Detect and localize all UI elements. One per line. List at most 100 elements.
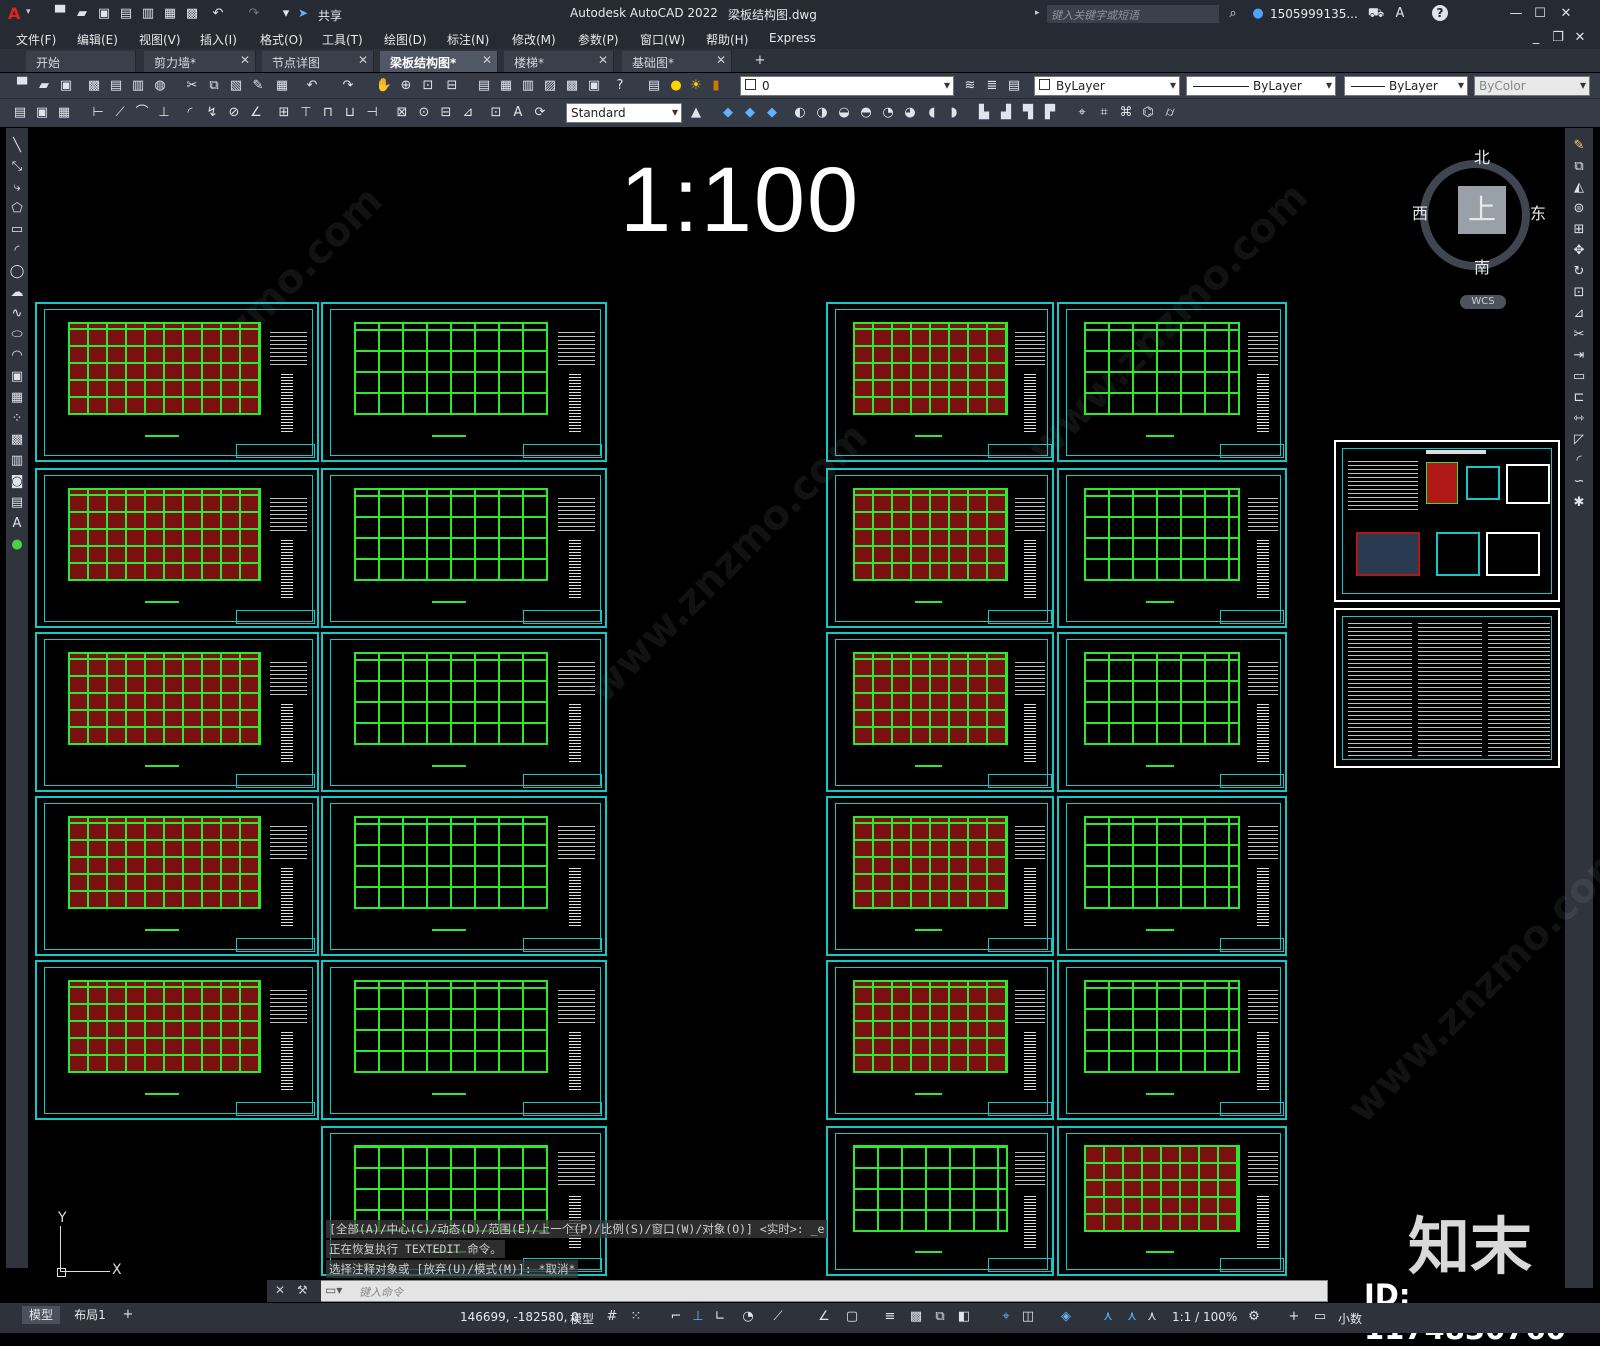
zoom-realtime-icon[interactable]: ⊕ <box>398 78 414 94</box>
trim-icon[interactable]: ✂ <box>1571 327 1587 343</box>
selection-cycling-icon[interactable]: ⧉ <box>932 1309 948 1325</box>
cart-icon[interactable]: ⛟ <box>1368 6 1384 22</box>
linear-dimension-icon[interactable]: ⊢ <box>90 105 106 121</box>
print-icon[interactable]: ▩ <box>184 6 200 22</box>
isometric-icon[interactable]: ⟋ <box>770 1309 786 1325</box>
linetype-dropdown[interactable]: ByLayer ▾ <box>1186 76 1336 96</box>
menu-draw[interactable]: 绘图(D) <box>384 31 427 48</box>
qselect-icon[interactable]: ▤ <box>12 105 28 121</box>
plot-icon[interactable]: ▩ <box>86 78 102 94</box>
autocad-logo[interactable]: A <box>8 4 20 23</box>
tab-beam-slab[interactable]: 梁板结构图* ✕ <box>380 51 498 72</box>
tab-model[interactable]: 模型 <box>22 1306 60 1324</box>
command-customize-icon[interactable]: ⚒ <box>297 1283 308 1297</box>
model-space-toggle[interactable]: 模型 <box>570 1310 594 1327</box>
blend-curves-icon[interactable]: ∽ <box>1571 474 1587 490</box>
move-icon[interactable]: ✥ <box>1571 243 1587 259</box>
grid-icon[interactable]: # <box>604 1309 620 1325</box>
search-icon[interactable]: ⌕ <box>1225 6 1241 22</box>
add-layout-icon[interactable]: + <box>120 1307 136 1323</box>
make-current-layer-icon[interactable]: ≋ <box>962 78 978 94</box>
arc-length-icon[interactable]: ⌒ <box>134 105 150 121</box>
materials-icon[interactable]: ▟ <box>998 105 1014 121</box>
annotation-monitor-icon[interactable]: + <box>1286 1309 1302 1325</box>
undo-toolbar-icon[interactable]: ↶ <box>304 78 320 94</box>
continuous-orbit-icon[interactable]: ◒ <box>836 105 852 121</box>
coordinates-readout[interactable]: 146699, -182580, 0 <box>460 1310 579 1324</box>
dimension-update-icon[interactable]: ⟳ <box>532 105 548 121</box>
multiline-text-icon[interactable]: A <box>9 516 25 532</box>
sheet-set-icon[interactable]: ▨ <box>542 78 558 94</box>
paste-icon[interactable]: ▧ <box>228 78 244 94</box>
tab-foundation[interactable]: 基础图* ✕ <box>622 51 732 72</box>
tab-close-icon[interactable]: ✕ <box>716 53 726 67</box>
tab-shear-wall[interactable]: 剪力墙* ✕ <box>144 51 256 72</box>
drawing-sheet[interactable] <box>321 632 607 792</box>
gizmo-icon[interactable]: ◈ <box>1058 1309 1074 1325</box>
continue-dimension-icon[interactable]: ⊓ <box>320 105 336 121</box>
drawing-sheet[interactable] <box>35 302 319 462</box>
block-editor-icon[interactable]: ▦ <box>274 78 290 94</box>
menu-file[interactable]: 文件(F) <box>16 31 56 48</box>
layer-on-icon[interactable]: ● <box>668 78 684 94</box>
export-icon[interactable]: ▦ <box>162 6 178 22</box>
polygon-icon[interactable]: ⬠ <box>9 201 25 217</box>
arc-icon[interactable]: ◜ <box>9 243 25 259</box>
menu-view[interactable]: 视图(V) <box>139 31 181 48</box>
autodesk-account-icon[interactable]: A <box>1392 6 1408 22</box>
user-name[interactable]: 1505999135... <box>1270 7 1358 21</box>
units-value[interactable]: 小数 <box>1338 1310 1362 1327</box>
break-icon[interactable]: ⊏ <box>1571 390 1587 406</box>
doc-restore-icon[interactable]: ❐ <box>1550 30 1566 46</box>
ellipse-icon[interactable]: ⬭ <box>9 327 25 343</box>
copy-icon[interactable]: ⧉ <box>206 78 222 94</box>
viewcube-north[interactable]: 北 <box>1474 144 1490 168</box>
notes-sheet[interactable] <box>1334 608 1560 768</box>
drawing-sheet[interactable] <box>826 1126 1054 1276</box>
help-toolbar-icon[interactable]: ? <box>612 78 628 94</box>
design-center-icon[interactable]: ▦ <box>498 78 514 94</box>
erase-icon[interactable]: ✎ <box>1571 138 1587 154</box>
menu-dimension[interactable]: 标注(N) <box>447 31 489 48</box>
layer-previous-icon[interactable]: ≣ <box>984 78 1000 94</box>
properties-icon[interactable]: ▤ <box>476 78 492 94</box>
new-file-icon[interactable]: ▀ <box>52 6 68 22</box>
detail-sheet[interactable] <box>1334 440 1560 602</box>
viewcube-west[interactable]: 西 <box>1412 200 1428 224</box>
ellipse-arc-icon[interactable]: ◠ <box>9 348 25 364</box>
angular-dimension-icon[interactable]: ∠ <box>248 105 264 121</box>
viewcube-south[interactable]: 南 <box>1474 254 1490 278</box>
fillet-icon[interactable]: ◜ <box>1571 453 1587 469</box>
layer-dropdown[interactable]: 0 ▾ <box>740 76 954 96</box>
object-snap-tracking-icon[interactable]: ∠ <box>816 1309 832 1325</box>
doc-close-icon[interactable]: ✕ <box>1572 30 1588 46</box>
quick-dimension-icon[interactable]: ⊞ <box>276 105 292 121</box>
lights-icon[interactable]: ▜ <box>1020 105 1036 121</box>
polyline-icon[interactable]: ⤷ <box>9 180 25 196</box>
zoom-previous-icon[interactable]: ⊟ <box>444 78 460 94</box>
render-icon[interactable]: ▙ <box>976 105 992 121</box>
dimension-text-edit-icon[interactable]: A <box>510 105 526 121</box>
circle-icon[interactable]: ◯ <box>9 264 25 280</box>
inspection-icon[interactable]: ⊟ <box>438 105 454 121</box>
jogged-linear-icon[interactable]: ⊿ <box>460 105 476 121</box>
layer-freeze-icon[interactable]: ☀ <box>688 78 704 94</box>
close-icon[interactable]: ✕ <box>1558 6 1574 22</box>
tab-start[interactable]: 开始 <box>26 51 136 72</box>
color-dropdown[interactable]: ByLayer ▾ <box>1034 76 1180 96</box>
layer-lock-icon[interactable]: ▮ <box>708 78 724 94</box>
text-style-icon[interactable]: ▦ <box>56 105 72 121</box>
line-icon[interactable]: ╲ <box>9 138 25 154</box>
dimension-style-manager-icon[interactable]: ▲ <box>688 105 704 121</box>
3d-osnap-icon[interactable]: ◧ <box>956 1309 972 1325</box>
insert-block-icon[interactable]: ▣ <box>9 369 25 385</box>
drawing-sheet[interactable] <box>826 960 1054 1120</box>
plotstyle-dropdown[interactable]: ByColor ▾ <box>1474 76 1590 96</box>
workspace-gear-icon[interactable]: ⚙ <box>1246 1309 1262 1325</box>
drawing-sheet[interactable] <box>826 468 1054 628</box>
pan-icon[interactable]: ✋ <box>376 78 392 94</box>
menu-insert[interactable]: 插入(I) <box>200 31 237 48</box>
dynamic-input-icon[interactable]: ⊥ <box>690 1309 706 1325</box>
layer-states-icon[interactable]: ▤ <box>1006 78 1022 94</box>
copy-object-icon[interactable]: ⧉ <box>1571 159 1587 175</box>
